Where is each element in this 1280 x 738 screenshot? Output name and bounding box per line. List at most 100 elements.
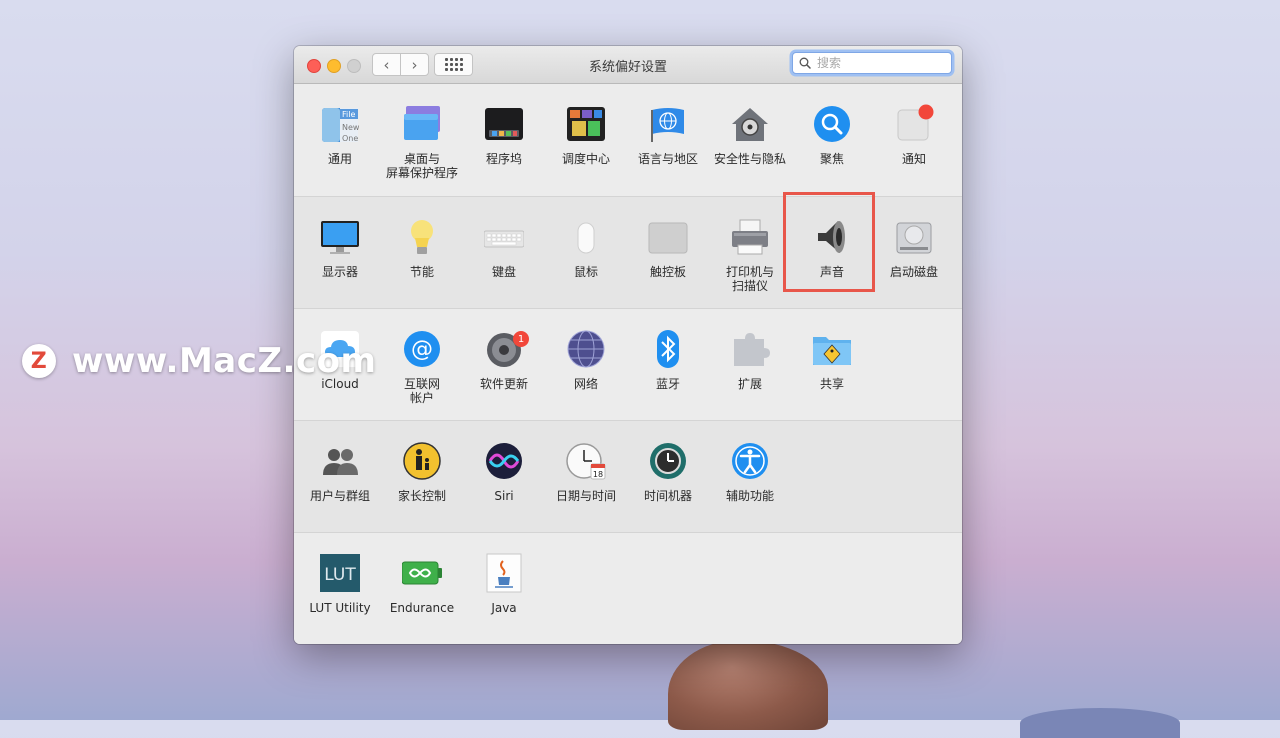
pref-date-time[interactable]: 18 日期与时间: [545, 421, 627, 532]
sharing-icon: [812, 329, 852, 369]
pref-extensions[interactable]: 扩展: [709, 309, 791, 420]
pref-label: 日期与时间: [555, 489, 616, 503]
dock-icon: [484, 104, 524, 144]
pref-label: 语言与地区: [637, 152, 698, 166]
energy-saver-icon: [402, 217, 442, 257]
pref-label: 共享: [819, 377, 844, 391]
pref-label: 鼠标: [573, 265, 598, 279]
pref-siri[interactable]: Siri: [463, 421, 545, 532]
pref-label: 用户与群组: [309, 489, 370, 503]
pref-label: 通知: [901, 152, 926, 166]
pref-startup-disk[interactable]: 启动磁盘: [873, 197, 955, 308]
pref-label: 桌面与 屏幕保护程序: [385, 152, 458, 180]
pref-notifications[interactable]: 通知: [873, 84, 955, 195]
pref-label: LUT Utility: [309, 601, 371, 615]
pref-keyboard[interactable]: 键盘: [463, 197, 545, 308]
search-icon: [799, 57, 811, 69]
network-icon: [566, 329, 606, 369]
notifications-icon: [894, 104, 934, 144]
pref-users-groups[interactable]: 用户与群组: [299, 421, 381, 532]
extensions-icon: [730, 329, 770, 369]
accessibility-icon: [730, 441, 770, 481]
pref-label: 程序坞: [485, 152, 522, 166]
language-region-icon: [648, 104, 688, 144]
pref-sharing[interactable]: 共享: [791, 309, 873, 420]
pref-label: Siri: [494, 489, 514, 503]
pref-label: 时间机器: [643, 489, 692, 503]
bluetooth-icon: [648, 329, 688, 369]
pref-label: Java: [491, 601, 517, 615]
pref-printers-scanners[interactable]: 打印机与 扫描仪: [709, 197, 791, 308]
pref-general[interactable]: File File New One 通用: [299, 84, 381, 195]
keyboard-icon: [483, 217, 525, 257]
pref-desktop-screensaver[interactable]: 桌面与 屏幕保护程序: [381, 84, 463, 195]
pref-time-machine[interactable]: 时间机器: [627, 421, 709, 532]
title-bar: ‹ › 系统偏好设置: [294, 46, 962, 84]
pref-energy-saver[interactable]: 节能: [381, 197, 463, 308]
search-field[interactable]: [792, 52, 952, 74]
pref-network[interactable]: 网络: [545, 309, 627, 420]
mouse-icon: [566, 217, 606, 257]
date-time-icon: 18: [566, 441, 606, 481]
pref-displays[interactable]: 显示器: [299, 197, 381, 308]
pref-endurance[interactable]: Endurance: [381, 533, 463, 644]
pref-label: 家长控制: [397, 489, 446, 503]
java-icon: [484, 553, 524, 593]
pref-label: Endurance: [389, 601, 455, 615]
pref-trackpad[interactable]: 触控板: [627, 197, 709, 308]
pref-label: 调度中心: [561, 152, 610, 166]
pref-dock[interactable]: 程序坞: [463, 84, 545, 195]
system-preferences-window: ‹ › 系统偏好设置 搜索 File New One 通用 桌面与 屏幕保护程序…: [294, 46, 962, 644]
pref-language-region[interactable]: 语言与地区: [627, 84, 709, 195]
startup-disk-icon: [894, 217, 934, 257]
pref-label: 软件更新: [479, 377, 528, 391]
preferences-row-3: iCloud @ 互联网 帐户 1 软件更新 网络 蓝牙 扩展 共享: [294, 308, 962, 420]
pref-label: 辅助功能: [725, 489, 774, 503]
svg-text:One: One: [342, 134, 358, 143]
pref-label: 聚焦: [819, 152, 844, 166]
z-logo-icon: Z: [22, 344, 56, 378]
background-rock: [668, 640, 828, 730]
pref-bluetooth[interactable]: 蓝牙: [627, 309, 709, 420]
pref-parental-controls[interactable]: 家长控制: [381, 421, 463, 532]
parental-controls-icon: [402, 441, 442, 481]
search-input[interactable]: [815, 55, 949, 71]
pref-label: 触控板: [649, 265, 686, 279]
pref-label: 通用: [327, 152, 352, 166]
background-hill: [1020, 708, 1180, 738]
mission-control-icon: [566, 104, 606, 144]
printer-icon: [730, 217, 770, 257]
pref-accessibility[interactable]: 辅助功能: [709, 421, 791, 532]
pref-label: 打印机与 扫描仪: [725, 265, 774, 293]
desktop-icon: [402, 104, 442, 144]
pref-spotlight[interactable]: 聚焦: [791, 84, 873, 195]
svg-text:LUT: LUT: [324, 565, 356, 585]
pref-label: 安全性与隐私: [713, 152, 786, 166]
pref-software-update[interactable]: 1 软件更新: [463, 309, 545, 420]
pref-security-privacy[interactable]: 安全性与隐私: [709, 84, 791, 195]
pref-internet-accounts[interactable]: @ 互联网 帐户: [381, 309, 463, 420]
time-machine-icon: [648, 441, 688, 481]
update-badge: 1: [513, 331, 529, 347]
internet-accounts-icon: @: [402, 329, 442, 369]
svg-text:New: New: [342, 123, 360, 132]
pref-java[interactable]: Java: [463, 533, 545, 644]
pref-label: 互联网 帐户: [403, 377, 440, 405]
pref-label: 启动磁盘: [889, 265, 938, 279]
spotlight-icon: [812, 104, 852, 144]
users-groups-icon: [320, 441, 360, 481]
pref-mission-control[interactable]: 调度中心: [545, 84, 627, 195]
pref-label: 扩展: [737, 377, 762, 391]
sound-highlight-box: [783, 192, 875, 292]
pref-label: 蓝牙: [655, 377, 680, 391]
pref-mouse[interactable]: 鼠标: [545, 197, 627, 308]
svg-text:File: File: [342, 110, 355, 119]
svg-text:18: 18: [593, 470, 603, 479]
watermark-text: www.MacZ.com: [72, 341, 377, 381]
security-icon: [730, 104, 770, 144]
pref-lut-utility[interactable]: LUT LUT Utility: [299, 533, 381, 644]
preferences-row-1: File File New One 通用 桌面与 屏幕保护程序: [294, 84, 962, 196]
pref-label: 键盘: [491, 265, 516, 279]
preferences-row-4: 用户与群组 家长控制 Siri 18 日期与时间 时间机器 辅助功能: [294, 420, 962, 532]
lut-utility-icon: LUT: [320, 553, 360, 593]
